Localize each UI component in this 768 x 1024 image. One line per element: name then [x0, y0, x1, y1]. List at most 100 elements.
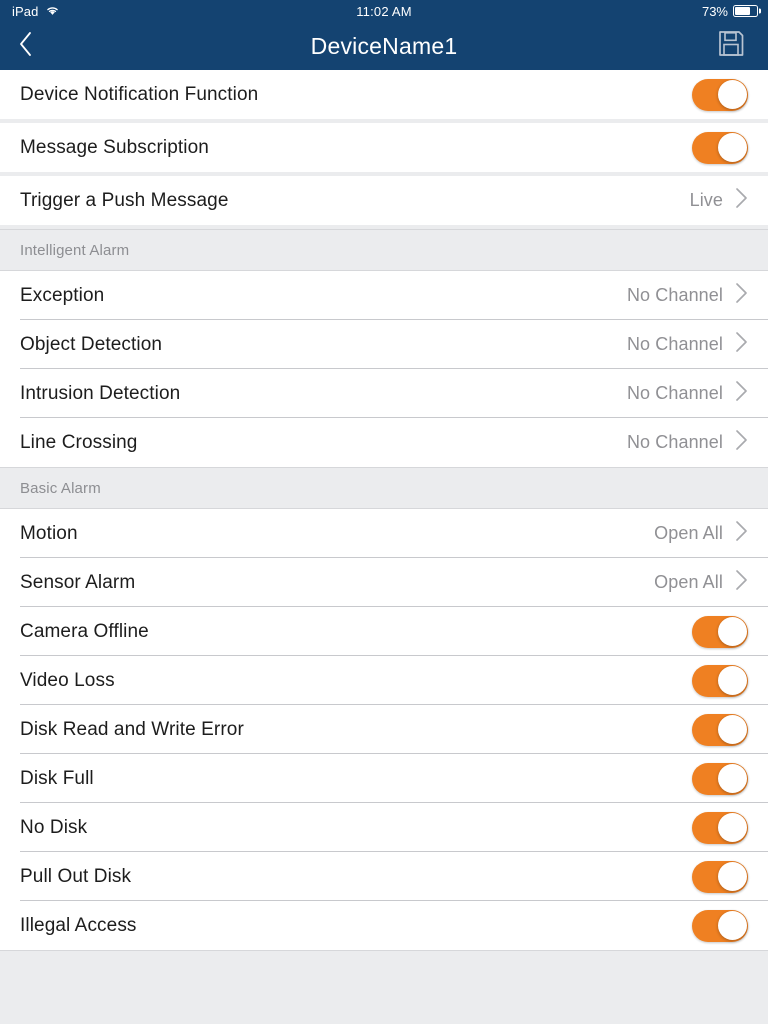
row-accessory [692, 615, 748, 648]
status-carrier-label: iPad [12, 3, 39, 19]
toggle-knob [717, 813, 747, 842]
row-accessory [692, 909, 748, 942]
row-label: Object Detection [20, 333, 163, 355]
row-value: Live [689, 190, 723, 210]
toggle-switch[interactable] [692, 664, 748, 697]
battery-icon [733, 5, 758, 17]
toggle-knob [717, 911, 747, 940]
list-row-exception[interactable]: Exception No Channel [0, 271, 768, 320]
section-header-label: Basic Alarm [20, 479, 101, 497]
list-group-basic-alarm: Motion Open All Sensor Alarm Open All Camera… [0, 509, 768, 950]
row-label: Motion [20, 522, 78, 544]
navigation-bar: DeviceName1 [0, 22, 768, 70]
toggle-switch[interactable] [692, 131, 748, 164]
row-label: Disk Read and Write Error [20, 718, 244, 740]
settings-list: Device Notification Function Message Subs… [0, 70, 768, 1024]
toggle-switch[interactable] [692, 762, 748, 795]
row-value: Open All [654, 523, 723, 543]
row-label: Line Crossing [20, 431, 138, 453]
chevron-right-icon [735, 520, 748, 547]
toggle-knob [717, 80, 747, 109]
chevron-right-icon [735, 429, 748, 456]
row-value: No Channel [626, 285, 723, 305]
row-accessory [692, 762, 748, 795]
save-button[interactable] [712, 26, 750, 66]
status-clock: 11:02 AM [356, 3, 412, 19]
chevron-right-icon [735, 380, 748, 407]
list-row-sensor-alarm[interactable]: Sensor Alarm Open All [0, 558, 768, 607]
list-row-intrusion-detection[interactable]: Intrusion Detection No Channel [0, 369, 768, 418]
list-group-intelligent-alarm: Exception No Channel Object Detection No Ch… [0, 271, 768, 467]
chevron-right-icon [735, 187, 748, 214]
toggle-switch[interactable] [692, 713, 748, 746]
row-value: No Channel [626, 334, 723, 354]
list-row-device-notification-function[interactable]: Device Notification Function [0, 70, 768, 119]
list-row-camera-offline[interactable]: Camera Offline [0, 607, 768, 656]
row-accessory: Open All [654, 520, 748, 547]
toggle-switch[interactable] [692, 811, 748, 844]
toggle-knob [717, 666, 747, 695]
list-row-message-subscription[interactable]: Message Subscription [0, 123, 768, 172]
row-label: Device Notification Function [20, 83, 259, 105]
list-row-line-crossing[interactable]: Line Crossing No Channel [0, 418, 768, 467]
list-group-trigger-push-group: Trigger a Push Message Live [0, 176, 768, 225]
row-accessory: No Channel [627, 380, 748, 407]
toggle-switch[interactable] [692, 615, 748, 648]
row-label: No Disk [20, 816, 88, 838]
toggle-knob [717, 617, 747, 646]
row-accessory [692, 860, 748, 893]
status-bar-right: 73% [702, 4, 758, 19]
section-header-basic-alarm: Basic Alarm [0, 467, 768, 509]
list-row-illegal-access[interactable]: Illegal Access [0, 901, 768, 950]
toggle-switch[interactable] [692, 909, 748, 942]
list-row-trigger-a-push-message[interactable]: Trigger a Push Message Live [0, 176, 768, 225]
row-accessory: Live [690, 187, 748, 214]
row-label: Pull Out Disk [20, 865, 132, 887]
battery-fill [735, 7, 751, 15]
row-accessory: Open All [654, 569, 748, 596]
chevron-left-icon [18, 31, 33, 62]
row-label: Message Subscription [20, 136, 209, 158]
list-group-device-notification-group: Device Notification Function [0, 70, 768, 119]
list-row-disk-full[interactable]: Disk Full [0, 754, 768, 803]
row-label: Sensor Alarm [20, 571, 136, 593]
wifi-icon [45, 4, 60, 19]
row-label: Illegal Access [20, 914, 137, 936]
chevron-right-icon [735, 282, 748, 309]
row-label: Video Loss [20, 669, 115, 691]
row-value: No Channel [626, 383, 723, 403]
row-accessory: No Channel [627, 429, 748, 456]
list-row-motion[interactable]: Motion Open All [0, 509, 768, 558]
battery-percent-label: 73% [701, 3, 728, 19]
toggle-knob [717, 862, 747, 891]
status-bar-left: iPad [12, 4, 60, 19]
section-header-intelligent-alarm: Intelligent Alarm [0, 229, 768, 271]
toggle-switch[interactable] [692, 860, 748, 893]
toggle-knob [717, 764, 747, 793]
toggle-switch[interactable] [692, 78, 748, 111]
list-row-video-loss[interactable]: Video Loss [0, 656, 768, 705]
row-label: Intrusion Detection [20, 382, 181, 404]
row-label: Trigger a Push Message [20, 189, 229, 211]
list-empty-area [0, 950, 768, 951]
list-row-object-detection[interactable]: Object Detection No Channel [0, 320, 768, 369]
chevron-right-icon [735, 331, 748, 358]
row-accessory [692, 713, 748, 746]
row-value: Open All [654, 572, 723, 592]
toggle-knob [717, 715, 747, 744]
row-accessory [692, 131, 748, 164]
floppy-disk-save-icon [718, 30, 744, 62]
list-row-pull-out-disk[interactable]: Pull Out Disk [0, 852, 768, 901]
list-row-disk-read-and-write-error[interactable]: Disk Read and Write Error [0, 705, 768, 754]
list-row-no-disk[interactable]: No Disk [0, 803, 768, 852]
row-label: Camera Offline [20, 620, 149, 642]
app-screen: iPad 11:02 AM 73% DeviceName1 Device Not… [0, 0, 768, 1024]
section-header-label: Intelligent Alarm [20, 241, 130, 259]
list-group-message-subscription-group: Message Subscription [0, 123, 768, 172]
row-label: Exception [20, 284, 105, 306]
row-accessory: No Channel [627, 331, 748, 358]
row-accessory [692, 664, 748, 697]
back-button[interactable] [18, 26, 54, 66]
row-accessory [692, 78, 748, 111]
row-accessory [692, 811, 748, 844]
